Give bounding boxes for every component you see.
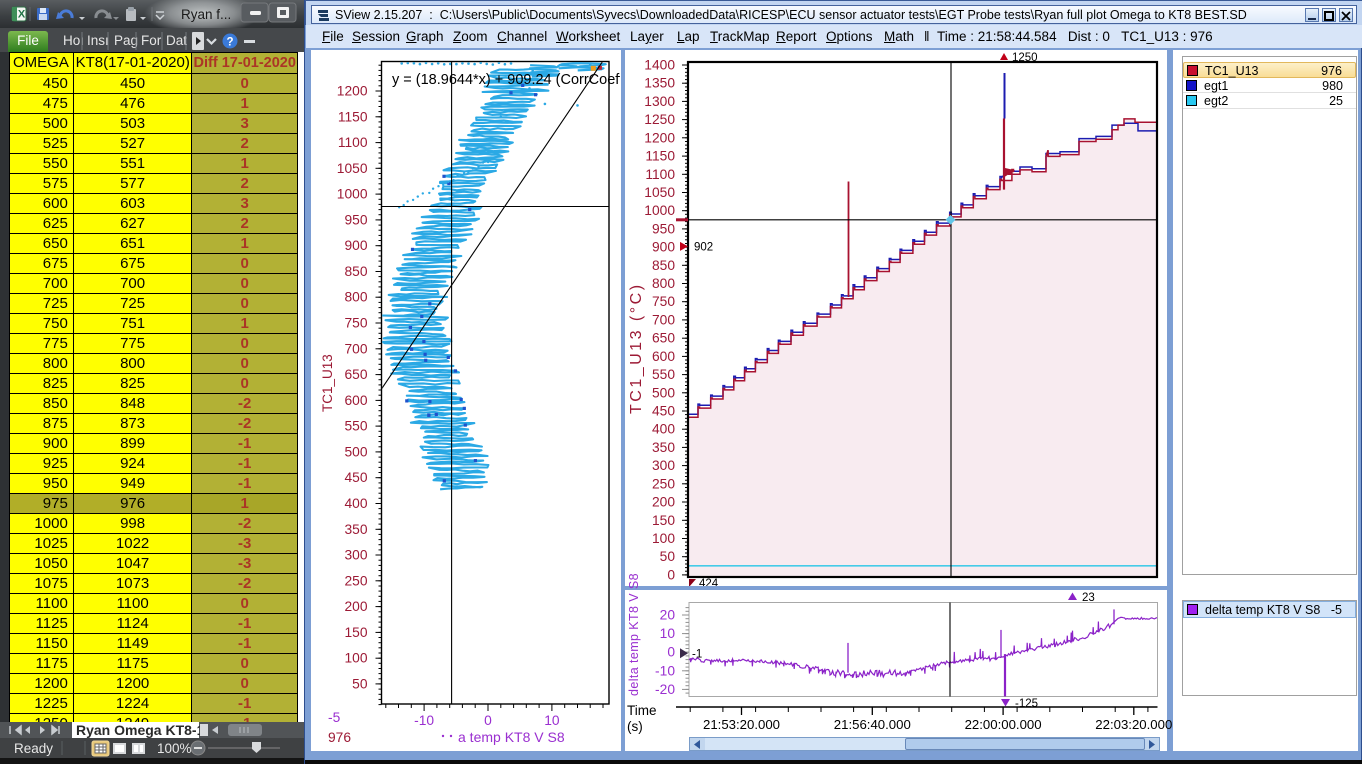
svg-text:400: 400 xyxy=(652,422,675,437)
svg-text:0: 0 xyxy=(484,713,492,728)
svg-text:850: 850 xyxy=(344,264,367,279)
svg-text:950: 950 xyxy=(344,212,367,227)
svg-text:1300: 1300 xyxy=(644,94,675,109)
svg-text:1100: 1100 xyxy=(645,167,675,182)
svg-text:900: 900 xyxy=(652,240,675,255)
svg-text:300: 300 xyxy=(652,458,675,473)
svg-text:1250: 1250 xyxy=(644,112,675,127)
svg-text:850: 850 xyxy=(652,258,675,273)
svg-text:1100: 1100 xyxy=(338,135,368,150)
svg-text:650: 650 xyxy=(344,367,367,382)
svg-text:-20: -20 xyxy=(655,682,675,697)
svg-text:600: 600 xyxy=(344,393,367,408)
svg-text:Ready: Ready xyxy=(14,741,53,756)
svg-text:Insı: Insı xyxy=(87,33,109,48)
svg-text:200: 200 xyxy=(652,495,675,510)
svg-text:150: 150 xyxy=(344,625,367,640)
svg-text:File: File xyxy=(17,33,39,48)
svg-text:20: 20 xyxy=(660,608,676,623)
svg-text:100: 100 xyxy=(344,651,367,666)
svg-text:1250: 1250 xyxy=(1012,52,1038,64)
svg-text:400: 400 xyxy=(344,496,367,511)
svg-text:1150: 1150 xyxy=(645,149,675,164)
svg-text:550: 550 xyxy=(652,367,675,382)
svg-text:900: 900 xyxy=(344,238,367,253)
svg-text:1350: 1350 xyxy=(644,76,675,91)
svg-text:350: 350 xyxy=(344,522,367,537)
svg-text:0: 0 xyxy=(667,645,675,660)
svg-text:650: 650 xyxy=(652,331,675,346)
svg-text:For: For xyxy=(141,33,162,48)
svg-text:800: 800 xyxy=(652,276,675,291)
svg-text:550: 550 xyxy=(344,419,367,434)
svg-text:1150: 1150 xyxy=(338,109,368,124)
svg-text:450: 450 xyxy=(652,404,675,419)
svg-text:Time: Time xyxy=(627,703,657,718)
svg-text:600: 600 xyxy=(652,349,675,364)
svg-text:750: 750 xyxy=(344,316,367,331)
svg-text:500: 500 xyxy=(652,385,675,400)
svg-text:1050: 1050 xyxy=(644,185,675,200)
svg-text:a temp KT8 V S8: a temp KT8 V S8 xyxy=(458,729,565,745)
svg-text:-10: -10 xyxy=(414,713,434,728)
svg-text:100%: 100% xyxy=(157,741,192,756)
svg-text:100: 100 xyxy=(652,531,675,546)
svg-text:424: 424 xyxy=(699,578,719,586)
svg-text:250: 250 xyxy=(652,476,675,491)
svg-text:y = (18.9644*x) + 909.24 (Cor: y = (18.9644*x) + 909.24 (CorrCoeff : xyxy=(392,72,620,88)
svg-text:0: 0 xyxy=(667,567,675,582)
svg-text:-5: -5 xyxy=(328,710,341,725)
svg-text:1400: 1400 xyxy=(644,58,675,73)
svg-text:X: X xyxy=(18,9,26,21)
svg-text:1200: 1200 xyxy=(337,84,368,99)
svg-text:Ryan Omega KT8-1: Ryan Omega KT8-1 xyxy=(76,722,205,738)
svg-text:1200: 1200 xyxy=(644,130,675,145)
svg-text:800: 800 xyxy=(344,290,367,305)
svg-text:500: 500 xyxy=(344,444,367,459)
svg-text:700: 700 xyxy=(344,341,367,356)
svg-text:976: 976 xyxy=(328,730,351,745)
svg-text:Ryan f...: Ryan f... xyxy=(181,7,231,22)
svg-text:Pag: Pag xyxy=(114,33,138,48)
svg-text:300: 300 xyxy=(344,548,367,563)
svg-text:1000: 1000 xyxy=(644,203,675,218)
svg-text:23: 23 xyxy=(1082,592,1095,604)
svg-text:1000: 1000 xyxy=(337,187,368,202)
svg-text:-10: -10 xyxy=(655,663,675,678)
svg-text:22:03:20.000: 22:03:20.000 xyxy=(1095,717,1172,732)
svg-text:350: 350 xyxy=(652,440,675,455)
svg-text:Hoı: Hoı xyxy=(63,33,84,48)
svg-text:21:53:20.000: 21:53:20.000 xyxy=(703,717,780,732)
svg-text:50: 50 xyxy=(660,549,676,564)
svg-text:(s): (s) xyxy=(627,719,643,734)
svg-text:902: 902 xyxy=(694,241,713,253)
svg-text:150: 150 xyxy=(652,513,675,528)
svg-text:22:00:00.000: 22:00:00.000 xyxy=(965,717,1042,732)
svg-text:700: 700 xyxy=(652,312,675,327)
svg-text:1050: 1050 xyxy=(337,161,368,176)
svg-text:21:56:40.000: 21:56:40.000 xyxy=(834,717,911,732)
svg-text:-125: -125 xyxy=(1015,698,1038,710)
svg-text:50: 50 xyxy=(352,676,368,691)
svg-text:10: 10 xyxy=(544,713,560,728)
svg-text:Dat: Dat xyxy=(166,33,187,48)
svg-text:450: 450 xyxy=(344,470,367,485)
svg-text:950: 950 xyxy=(652,221,675,236)
svg-text:250: 250 xyxy=(344,573,367,588)
svg-text:10: 10 xyxy=(660,626,676,641)
svg-text:?: ? xyxy=(226,37,233,49)
svg-text:-1: -1 xyxy=(692,648,702,660)
svg-text:750: 750 xyxy=(652,294,675,309)
svg-text:200: 200 xyxy=(344,599,367,614)
